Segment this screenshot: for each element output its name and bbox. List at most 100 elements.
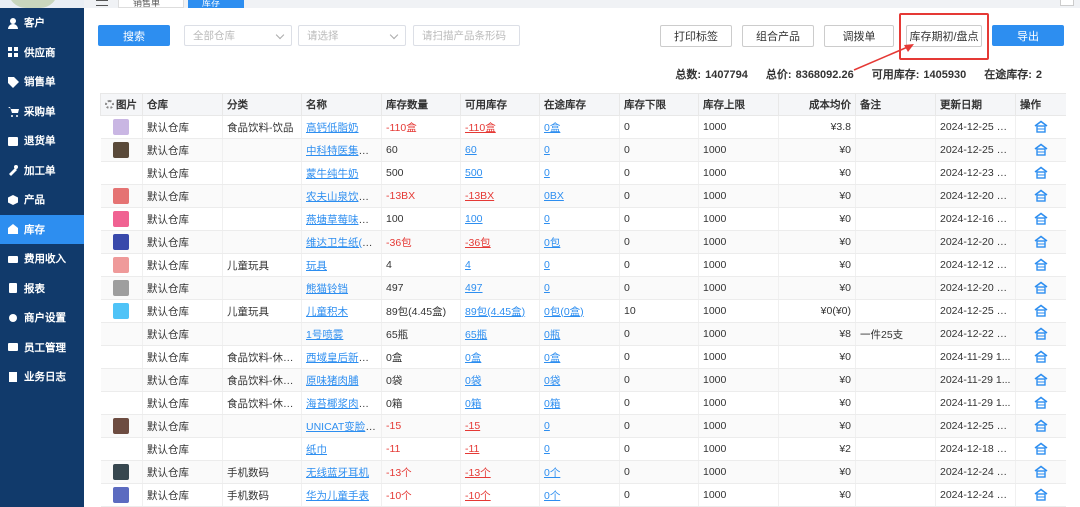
warehouse-detail-icon[interactable] xyxy=(1034,419,1048,433)
name-cell[interactable]: 西域皇后新疆烤... xyxy=(301,345,382,369)
name-cell[interactable]: 1号喷雾 xyxy=(301,322,382,346)
available-stock-link[interactable]: 500 xyxy=(465,167,483,179)
available-cell[interactable]: -13BX xyxy=(460,184,540,208)
warehouse-detail-icon[interactable] xyxy=(1034,212,1048,226)
available-stock-link[interactable]: -36包 xyxy=(465,237,491,249)
warehouse-detail-icon[interactable] xyxy=(1034,373,1048,387)
product-name-link[interactable]: 儿童积木 xyxy=(306,306,348,318)
export-button[interactable]: 导出 xyxy=(992,25,1064,46)
product-name-link[interactable]: 玩具 xyxy=(306,260,327,272)
transit-cell[interactable]: 0 xyxy=(539,414,620,438)
name-cell[interactable]: UNICAT变脸猫... xyxy=(301,414,382,438)
transit-stock-link[interactable]: 0 xyxy=(544,144,550,156)
transit-stock-link[interactable]: 0包(0盒) xyxy=(544,306,584,318)
available-stock-link[interactable]: 0袋 xyxy=(465,375,481,387)
product-name-link[interactable]: 熊猫铃铛 xyxy=(306,283,348,295)
warehouse-detail-icon[interactable] xyxy=(1034,281,1048,295)
table-row[interactable]: 默认仓库 UNICAT变脸猫... -15 -15 0 0 1000 ¥0 2024-12-25… xyxy=(100,414,1066,438)
transit-cell[interactable]: 0箱 xyxy=(539,391,620,415)
warehouse-detail-icon[interactable] xyxy=(1034,304,1048,318)
name-cell[interactable]: 无线蓝牙耳机 xyxy=(301,460,382,484)
transit-stock-link[interactable]: 0 xyxy=(544,282,550,294)
name-cell[interactable]: 华为儿童手表 xyxy=(301,483,382,507)
available-cell[interactable]: 4 xyxy=(460,253,540,277)
name-cell[interactable]: 蒙牛纯牛奶 xyxy=(301,161,382,185)
available-stock-link[interactable]: 89包(4.45盒) xyxy=(465,306,525,318)
sidebar-item-10[interactable]: 商户设置 xyxy=(0,303,84,333)
transit-stock-link[interactable]: 0个 xyxy=(544,490,560,502)
product-thumbnail[interactable] xyxy=(113,487,130,503)
table-row[interactable]: 默认仓库 食品饮料-休闲... 西域皇后新疆烤... 0盒 0盒 0盒 0 1000 ¥0 202… xyxy=(100,345,1066,369)
name-cell[interactable]: 玩具 xyxy=(301,253,382,277)
transit-stock-link[interactable]: 0包 xyxy=(544,237,560,249)
available-stock-link[interactable]: -11 xyxy=(465,443,479,455)
transit-cell[interactable]: 0个 xyxy=(539,483,620,507)
product-thumbnail[interactable] xyxy=(113,119,130,135)
product-name-link[interactable]: 维达卫生纸(Tya... xyxy=(306,237,381,249)
product-name-link[interactable]: 纸巾 xyxy=(306,444,327,456)
warehouse-detail-icon[interactable] xyxy=(1034,465,1048,479)
warehouse-detail-icon[interactable] xyxy=(1034,143,1048,157)
table-row[interactable]: 默认仓库 儿童玩具 儿童积木 89包(4.45盒) 89包(4.45盒) 0包(0盒) 10… xyxy=(100,299,1066,323)
available-cell[interactable]: 497 xyxy=(460,276,540,300)
available-stock-link[interactable]: -15 xyxy=(465,420,480,432)
table-row[interactable]: 默认仓库 维达卫生纸(Tya... -36包 -36包 0包 0 1000 ¥0 2024-12… xyxy=(100,230,1066,254)
sidebar-item-6[interactable]: 产品 xyxy=(0,185,84,215)
tab-sales-order[interactable]: 销售单 xyxy=(118,0,184,8)
available-cell[interactable]: -15 xyxy=(460,414,540,438)
sidebar-item-2[interactable]: 销售单 xyxy=(0,67,84,97)
sidebar-item-11[interactable]: 员工管理 xyxy=(0,333,84,363)
transit-cell[interactable]: 0 xyxy=(539,138,620,162)
product-name-link[interactable]: 高钙低脂奶 xyxy=(306,122,359,134)
warehouse-detail-icon[interactable] xyxy=(1034,442,1048,456)
sidebar-item-4[interactable]: 退货单 xyxy=(0,126,84,156)
transit-cell[interactable]: 0 xyxy=(539,437,620,461)
table-row[interactable]: 默认仓库 儿童玩具 玩具 4 4 0 0 1000 ¥0 2024-12-12 1... xyxy=(100,253,1066,277)
sidebar-item-9[interactable]: 报表 xyxy=(0,274,84,304)
transit-stock-link[interactable]: 0袋 xyxy=(544,375,560,387)
product-thumbnail[interactable] xyxy=(113,257,130,273)
product-thumbnail[interactable] xyxy=(113,418,130,434)
available-stock-link[interactable]: 497 xyxy=(465,282,483,294)
barcode-input[interactable] xyxy=(422,29,519,42)
table-row[interactable]: 默认仓库 蒙牛纯牛奶 500 500 0 0 1000 ¥0 2024-12-23 1... xyxy=(100,161,1066,185)
available-cell[interactable]: 0盒 xyxy=(460,345,540,369)
table-row[interactable]: 默认仓库 食品饮料-休闲... 原味猪肉脯 0袋 0袋 0袋 0 1000 ¥0 2024-11-… xyxy=(100,368,1066,392)
table-row[interactable]: 默认仓库 食品饮料-休闲... 海苔椰浆肉松小... 0箱 0箱 0箱 0 1000 ¥0 202… xyxy=(100,391,1066,415)
warehouse-select[interactable]: 全部仓库 xyxy=(184,25,292,46)
name-cell[interactable]: 高钙低脂奶 xyxy=(301,115,382,139)
product-thumbnail[interactable] xyxy=(113,234,130,250)
product-name-link[interactable]: 海苔椰浆肉松小... xyxy=(306,398,381,410)
name-cell[interactable]: 原味猪肉脯 xyxy=(301,368,382,392)
table-row[interactable]: 默认仓库 1号喷雾 65瓶 65瓶 0瓶 0 1000 ¥8 一件25支 2024-12-22 0… xyxy=(100,322,1066,346)
transit-cell[interactable]: 0盒 xyxy=(539,345,620,369)
table-row[interactable]: 默认仓库 食品饮料-饮品 高钙低脂奶 -110盒 -110盒 0盒 0 1000 ¥3.8 202… xyxy=(100,115,1066,139)
name-cell[interactable]: 纸巾 xyxy=(301,437,382,461)
close-tabs-icon[interactable] xyxy=(1060,0,1074,6)
available-cell[interactable]: 500 xyxy=(460,161,540,185)
transit-cell[interactable]: 0包(0盒) xyxy=(539,299,620,323)
transit-stock-link[interactable]: 0 xyxy=(544,213,550,225)
product-name-link[interactable]: 华为儿童手表 xyxy=(306,490,369,502)
product-name-link[interactable]: 原味猪肉脯 xyxy=(306,375,359,387)
product-name-link[interactable]: 中科特医集团东... xyxy=(306,145,381,157)
warehouse-detail-icon[interactable] xyxy=(1034,327,1048,341)
name-cell[interactable]: 维达卫生纸(Tya... xyxy=(301,230,382,254)
available-cell[interactable]: 89包(4.45盒) xyxy=(460,299,540,323)
transit-cell[interactable]: 0 xyxy=(539,253,620,277)
category-select[interactable]: 请选择 xyxy=(298,25,406,46)
transit-stock-link[interactable]: 0盒 xyxy=(544,122,560,134)
transit-cell[interactable]: 0 xyxy=(539,207,620,231)
transit-stock-link[interactable]: 0箱 xyxy=(544,398,560,410)
warehouse-detail-icon[interactable] xyxy=(1034,350,1048,364)
available-cell[interactable]: -10个 xyxy=(460,483,540,507)
transit-cell[interactable]: 0瓶 xyxy=(539,322,620,346)
product-thumbnail[interactable] xyxy=(113,188,130,204)
product-thumbnail[interactable] xyxy=(113,464,130,480)
product-name-link[interactable]: 西域皇后新疆烤... xyxy=(306,352,381,364)
product-name-link[interactable]: 蒙牛纯牛奶 xyxy=(306,168,359,180)
table-row[interactable]: 默认仓库 手机数码 华为儿童手表 -10个 -10个 0个 0 1000 ¥0 2024-12-2… xyxy=(100,483,1066,507)
available-cell[interactable]: 65瓶 xyxy=(460,322,540,346)
available-stock-link[interactable]: 4 xyxy=(465,259,471,271)
warehouse-detail-icon[interactable] xyxy=(1034,488,1048,502)
